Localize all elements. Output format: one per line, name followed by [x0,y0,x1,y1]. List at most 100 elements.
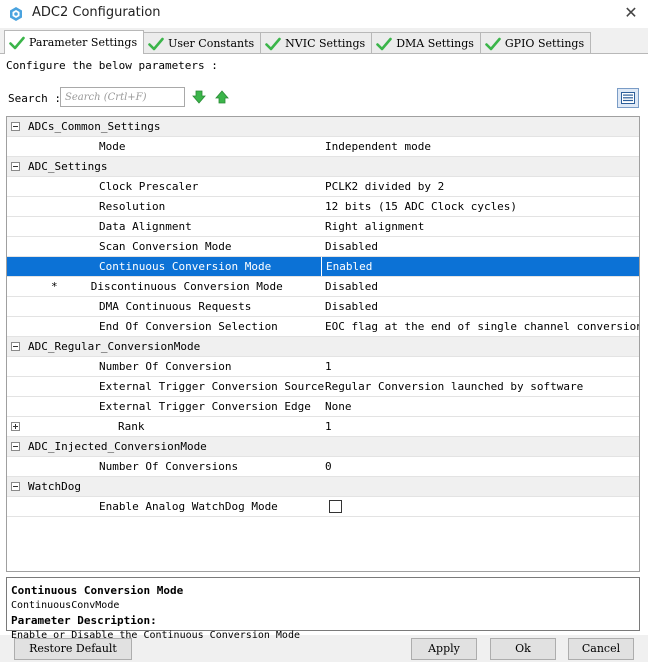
parameter-row[interactable]: Rank 1 [7,417,639,437]
parameter-name: Clock Prescaler [99,180,199,193]
parameter-row[interactable]: External Trigger Conversion Edge None [7,397,639,417]
search-label: Search : [8,92,61,105]
parameter-name: Enable Analog WatchDog Mode [99,500,278,513]
parameter-value[interactable]: PCLK2 divided by 2 [321,177,639,196]
description-title: Continuous Conversion Mode [11,584,184,597]
arrow-down-icon[interactable] [192,90,206,104]
view-toggle-button[interactable] [617,88,639,108]
tab-label: NVIC Settings [285,37,366,50]
parameter-name: Scan Conversion Mode [99,240,232,253]
ok-button[interactable]: Ok [490,638,556,660]
parameter-value[interactable]: 1 [321,357,639,376]
parameter-row[interactable]: Number Of Conversions 0 [7,457,639,477]
green-check-icon [265,37,281,50]
parameter-value[interactable]: Disabled [321,277,639,296]
parameter-name: Number Of Conversions [99,460,239,473]
parameter-panel: Configure the below parameters : Search … [0,54,648,641]
group-row[interactable]: ADCs_Common_Settings [7,117,639,137]
parameter-name: * Discontinuous Conversion Mode [51,280,283,293]
parameter-name: Data Alignment [99,220,192,233]
tab-label: GPIO Settings [504,37,585,50]
tab-nvic-settings[interactable]: NVIC Settings [260,32,373,54]
parameter-row[interactable]: DMA Continuous Requests Disabled [7,297,639,317]
close-button[interactable]: ✕ [620,3,642,23]
title-bar: ADC2 Configuration ✕ [0,0,648,28]
parameter-name: DMA Continuous Requests [99,300,252,313]
parameter-value[interactable]: Right alignment [321,217,639,236]
tab-label: DMA Settings [396,37,474,50]
parameter-value[interactable]: Regular Conversion launched by software [321,377,639,396]
parameter-value[interactable]: 1 [321,417,639,436]
collapse-icon[interactable] [11,482,20,491]
parameter-row[interactable]: Data Alignment Right alignment [7,217,639,237]
parameter-value[interactable]: EOC flag at the end of single channel co… [321,317,639,336]
apply-button[interactable]: Apply [411,638,477,660]
collapse-icon[interactable] [11,122,20,131]
parameter-value[interactable]: Disabled [321,237,639,256]
parameter-name: Number Of Conversion [99,360,232,373]
collapse-icon[interactable] [11,342,20,351]
group-row[interactable]: ADC_Settings [7,157,639,177]
parameter-row[interactable]: External Trigger Conversion Source Regula… [7,377,639,397]
parameter-row[interactable]: Scan Conversion Mode Disabled [7,237,639,257]
parameter-name: End Of Conversion Selection [99,320,278,333]
parameter-row[interactable]: Continuous Conversion Mode Enabled [7,257,639,277]
parameter-row[interactable]: Clock Prescaler PCLK2 divided by 2 [7,177,639,197]
green-check-icon [148,37,164,50]
parameter-name: Continuous Conversion Mode [99,260,272,273]
description-panel: Continuous Conversion Mode ContinuousCon… [6,577,640,641]
group-name: ADC_Regular_ConversionMode [28,340,201,353]
group-name: ADC_Settings [28,160,108,173]
parameter-value[interactable]: Enabled [321,257,639,276]
cube-logo-icon [10,7,22,21]
group-name: ADC_Injected_ConversionMode [28,440,207,453]
green-check-icon [9,36,25,49]
watchdog-checkbox[interactable] [329,500,342,513]
parameter-row[interactable]: Enable Analog WatchDog Mode [7,497,639,517]
tab-bar: Parameter Settings User Constants NVIC Set… [4,30,592,54]
search-input[interactable] [60,87,185,107]
description-heading: Parameter Description: [11,614,157,627]
tab-parameter-settings[interactable]: Parameter Settings [4,30,145,54]
tab-label: Parameter Settings [29,36,138,49]
group-name: ADCs_Common_Settings [28,120,161,133]
restore-default-button[interactable]: Restore Default [14,638,132,660]
parameter-name: Rank [118,420,145,433]
parameter-row[interactable]: Resolution 12 bits (15 ADC Clock cycles) [7,197,639,217]
cancel-button[interactable]: Cancel [568,638,634,660]
parameter-name: External Trigger Conversion Source [99,380,325,393]
parameter-name: External Trigger Conversion Edge [99,400,311,413]
expand-icon[interactable] [11,422,20,431]
tab-gpio-settings[interactable]: GPIO Settings [479,32,592,54]
group-name: WatchDog [28,480,81,493]
tab-dma-settings[interactable]: DMA Settings [371,32,481,54]
arrow-up-icon[interactable] [215,90,229,104]
group-row[interactable]: ADC_Regular_ConversionMode [7,337,639,357]
dialog-body: Parameter Settings User Constants NVIC Set… [0,28,648,662]
parameter-tree: ADCs_Common_Settings Mode Independent mode… [6,116,640,572]
parameter-row[interactable]: * Discontinuous Conversion Mode Disabled [7,277,639,297]
group-row[interactable]: WatchDog [7,477,639,497]
parameter-row[interactable]: End Of Conversion Selection EOC flag at t… [7,317,639,337]
green-check-icon [485,37,501,50]
parameter-row[interactable]: Mode Independent mode [7,137,639,157]
group-row[interactable]: ADC_Injected_ConversionMode [7,437,639,457]
window-title: ADC2 Configuration [32,5,161,20]
parameter-row[interactable]: Number Of Conversion 1 [7,357,639,377]
parameter-value[interactable]: Disabled [321,297,639,316]
parameter-name: Resolution [99,200,166,213]
parameter-value[interactable]: None [321,397,639,416]
tab-label: User Constants [168,37,255,50]
parameter-value[interactable]: Independent mode [321,137,639,156]
parameter-value[interactable]: 0 [321,457,639,476]
tab-user-constants[interactable]: User Constants [143,32,262,54]
parameter-value[interactable]: 12 bits (15 ADC Clock cycles) [321,197,639,216]
parameter-name: Mode [99,140,126,153]
description-id: ContinuousConvMode [11,600,120,611]
green-check-icon [376,37,392,50]
collapse-icon[interactable] [11,162,20,171]
close-icon: ✕ [624,3,638,22]
collapse-icon[interactable] [11,442,20,451]
list-view-icon [621,92,635,104]
config-hint: Configure the below parameters : [6,59,218,72]
